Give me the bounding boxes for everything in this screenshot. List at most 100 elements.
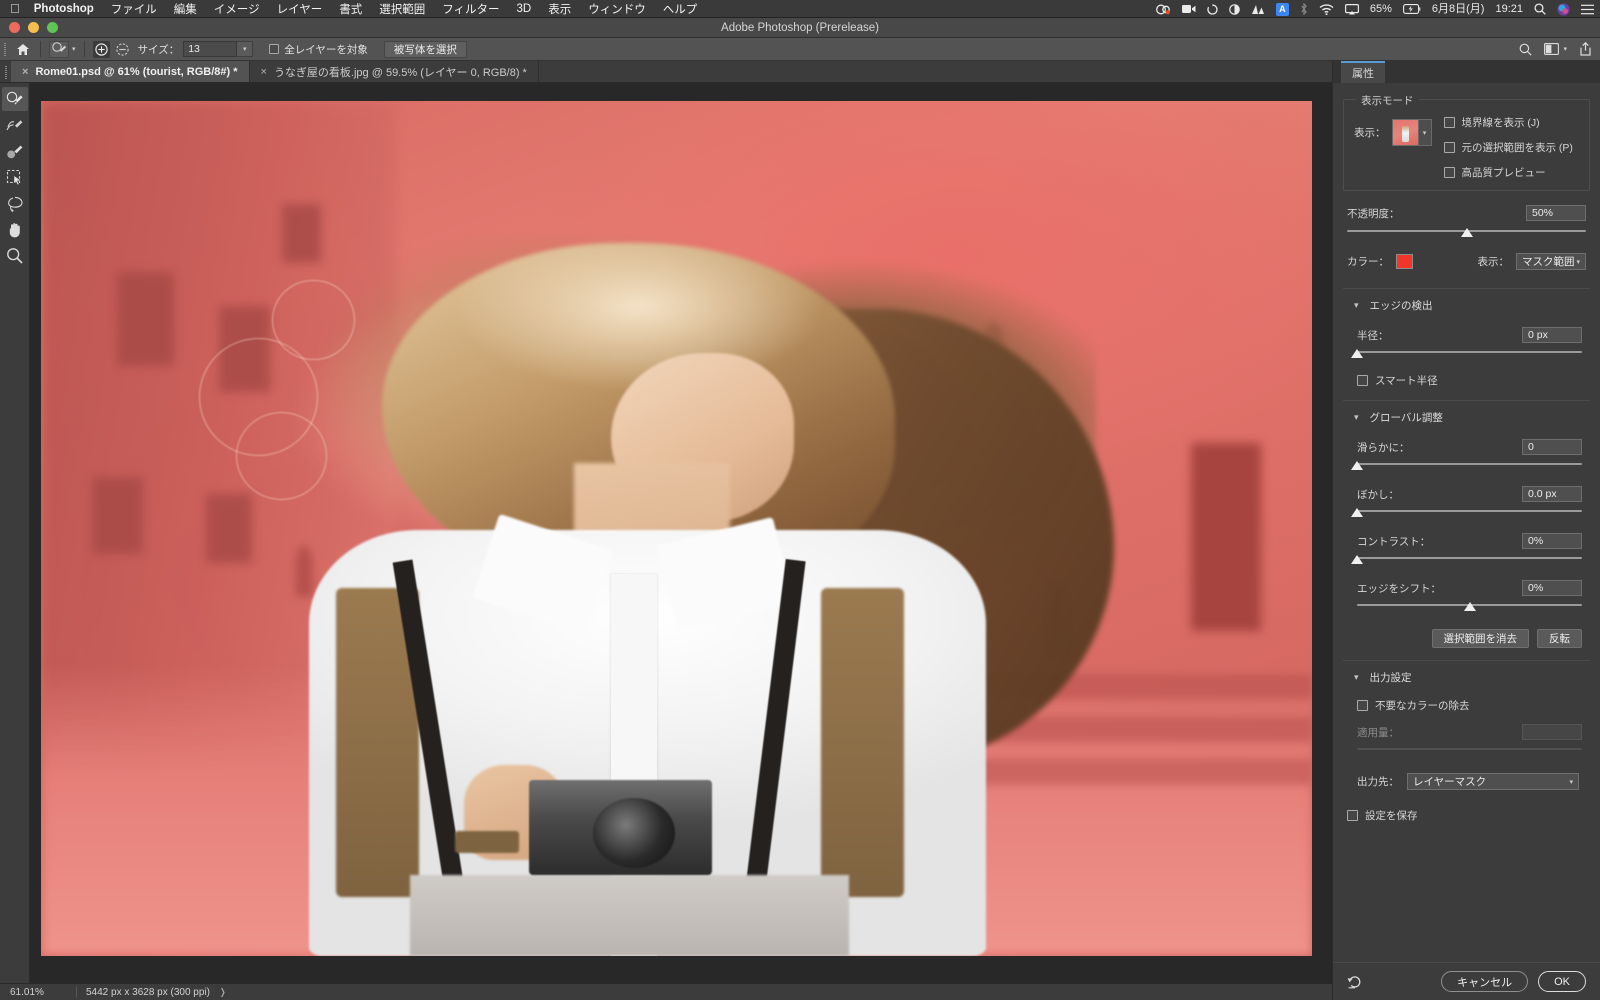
sync-icon[interactable] (1207, 3, 1218, 15)
invert-selection-button[interactable]: 反転 (1537, 629, 1582, 648)
slider-thumb[interactable] (1351, 508, 1363, 517)
slider-thumb[interactable] (1460, 228, 1473, 237)
output-settings-header[interactable]: ▾ 出力設定 (1343, 670, 1590, 685)
apple-logo-icon[interactable]:  (10, 2, 20, 15)
screen-record-icon[interactable] (1155, 4, 1171, 15)
document-tab-unagi[interactable]: × うなぎ屋の看板.jpg @ 59.5% (レイヤー 0, RGB/8) * (250, 61, 539, 82)
brush-size-dropdown-button[interactable]: ▾ (237, 41, 254, 57)
slider-thumb[interactable] (1351, 461, 1363, 470)
options-bar-grip[interactable] (0, 38, 10, 61)
airplay-icon[interactable] (1344, 3, 1359, 15)
menu-item-edit[interactable]: 編集 (174, 1, 197, 17)
show-original-selection-checkbox[interactable]: 元の選択範囲を表示 (P) (1443, 140, 1580, 155)
share-icon[interactable] (1579, 42, 1592, 56)
save-settings-checkbox[interactable]: 設定を保存 (1343, 808, 1590, 823)
smooth-input[interactable]: 0 (1522, 439, 1582, 455)
zoom-level-label[interactable]: 61.01% (0, 987, 76, 998)
output-to-select[interactable]: レイヤーマスク ▾ (1407, 773, 1579, 790)
all-layers-checkbox[interactable]: 全レイヤーを対象 (269, 42, 368, 57)
document-tab-rome01[interactable]: × Rome01.psd @ 61% (tourist, RGB/8#) * (11, 61, 250, 82)
cancel-button[interactable]: キャンセル (1441, 971, 1529, 992)
view-mode-dropdown-button[interactable]: ▾ (1418, 119, 1432, 146)
document-image[interactable] (41, 101, 1312, 956)
radius-slider[interactable] (1351, 348, 1582, 360)
wifi-icon[interactable] (1319, 3, 1334, 15)
refine-edge-brush-tool[interactable] (2, 113, 28, 137)
document-dimensions[interactable]: 5442 px x 3628 px (300 ppi) ❭ (77, 987, 236, 998)
view-mode-selector[interactable]: ▾ (1391, 119, 1432, 146)
shift-edge-slider[interactable] (1357, 601, 1582, 613)
menu-app-name[interactable]: Photoshop (34, 3, 94, 15)
active-tool-preset[interactable]: ▾ (45, 40, 80, 58)
menu-item-file[interactable]: ファイル (111, 1, 157, 17)
menu-item-image[interactable]: イメージ (214, 1, 260, 17)
brush-size-input[interactable]: 13 (183, 41, 238, 57)
analytics-icon[interactable] (1251, 4, 1265, 15)
smooth-slider[interactable] (1351, 460, 1582, 472)
menu-item-view[interactable]: 表示 (548, 1, 571, 17)
show-edge-checkbox[interactable]: 境界線を表示 (J) (1443, 115, 1580, 130)
menu-item-3d[interactable]: 3D (517, 3, 532, 15)
chevron-down-icon[interactable]: ▾ (1354, 412, 1359, 423)
smart-radius-checkbox[interactable]: スマート半径 (1343, 373, 1590, 388)
add-to-selection-icon[interactable] (92, 40, 110, 58)
decontaminate-colors-checkbox[interactable]: 不要なカラーの除去 (1343, 698, 1590, 713)
overlay-color-swatch[interactable] (1396, 254, 1413, 269)
camera-video-icon[interactable] (1181, 4, 1196, 14)
contrast-icon[interactable] (1229, 3, 1240, 15)
edge-detection-header[interactable]: ▾ エッジの検出 (1343, 298, 1590, 313)
input-source-a-icon[interactable]: A (1275, 2, 1289, 16)
workspace-switcher[interactable]: ▾ (1544, 43, 1567, 55)
tabs-grip[interactable] (0, 61, 11, 83)
ok-button[interactable]: OK (1538, 971, 1586, 992)
opacity-slider[interactable] (1347, 227, 1586, 239)
chevron-down-icon: ▾ (1576, 258, 1580, 266)
menu-item-help[interactable]: ヘルプ (663, 1, 698, 17)
opacity-input[interactable]: 50% (1526, 205, 1586, 221)
contrast-slider[interactable] (1351, 554, 1582, 566)
spotlight-search-icon[interactable] (1534, 3, 1546, 15)
quick-selection-brush-tool[interactable] (1, 87, 28, 111)
chevron-down-icon[interactable]: ▾ (1354, 672, 1359, 683)
search-icon[interactable] (1519, 43, 1533, 56)
canvas-area[interactable] (30, 83, 1332, 983)
hand-tool[interactable] (2, 217, 28, 241)
slider-thumb[interactable] (1351, 349, 1363, 358)
chevron-down-icon[interactable]: ▾ (72, 45, 76, 53)
object-selection-tool[interactable] (2, 165, 28, 189)
select-subject-button[interactable]: 被写体を選択 (383, 40, 467, 58)
close-icon[interactable]: × (261, 66, 267, 78)
radius-input[interactable]: 0 px (1522, 327, 1582, 343)
feather-slider[interactable] (1351, 507, 1582, 519)
tab-properties[interactable]: 属性 (1341, 61, 1385, 83)
display-label: 表示： (1477, 256, 1510, 268)
home-icon[interactable] (10, 43, 36, 56)
contrast-input[interactable]: 0% (1522, 533, 1582, 549)
menu-item-select[interactable]: 選択範囲 (379, 1, 425, 17)
chevron-down-icon[interactable]: ▾ (1354, 300, 1359, 311)
shift-edge-input[interactable]: 0% (1522, 580, 1582, 596)
zoom-tool[interactable] (2, 243, 28, 267)
chevron-right-icon[interactable]: ❭ (219, 987, 227, 998)
menu-item-type[interactable]: 書式 (339, 1, 362, 17)
subtract-from-selection-icon[interactable] (114, 41, 131, 58)
feather-input[interactable]: 0.0 px (1522, 486, 1582, 502)
display-mode-select[interactable]: マスク範囲 ▾ (1516, 253, 1586, 270)
close-icon[interactable]: × (22, 66, 28, 78)
battery-charging-icon[interactable] (1402, 4, 1421, 14)
high-quality-preview-checkbox[interactable]: 高品質プレビュー (1443, 165, 1580, 180)
menu-item-window[interactable]: ウィンドウ (588, 1, 646, 17)
siri-icon[interactable] (1557, 2, 1570, 16)
lasso-tool[interactable] (2, 191, 28, 215)
clear-selection-button[interactable]: 選択範囲を消去 (1431, 629, 1529, 648)
menu-item-filter[interactable]: フィルター (442, 1, 499, 17)
menu-item-layer[interactable]: レイヤー (277, 1, 323, 17)
brush-tool[interactable] (2, 139, 28, 163)
control-center-icon[interactable] (1581, 4, 1594, 15)
bluetooth-icon[interactable] (1300, 3, 1308, 15)
slider-thumb[interactable] (1463, 602, 1476, 611)
reset-icon[interactable] (1347, 974, 1367, 989)
global-refinement-header[interactable]: ▾ グローバル調整 (1343, 410, 1590, 425)
save-settings-label: 設定を保存 (1365, 810, 1418, 822)
slider-thumb[interactable] (1351, 555, 1363, 564)
